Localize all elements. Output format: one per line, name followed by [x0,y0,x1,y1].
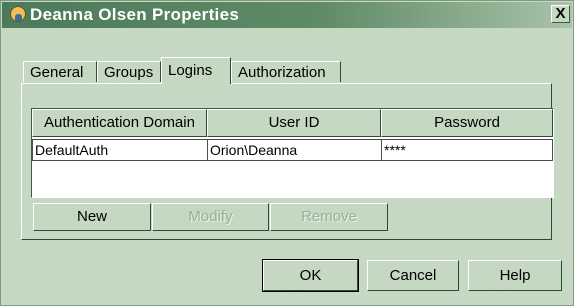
remove-button[interactable]: Remove [270,203,388,231]
close-button[interactable]: X [551,5,570,23]
user-icon [10,6,26,22]
tab-general[interactable]: General [23,61,97,82]
cell-password[interactable]: **** [381,139,553,161]
cancel-button[interactable]: Cancel [367,260,459,291]
column-header-password[interactable]: Password [381,109,553,137]
cell-authentication-domain[interactable]: DefaultAuth [32,139,208,161]
logins-table[interactable]: Authentication Domain User ID Password D… [31,108,554,198]
modify-button[interactable]: Modify [152,203,269,231]
properties-dialog: Deanna Olsen Properties X General Groups… [0,0,574,306]
dialog-title: Deanna Olsen Properties [30,5,240,24]
ok-button[interactable]: OK [263,260,358,291]
tab-groups[interactable]: Groups [97,61,161,82]
new-button[interactable]: New [33,203,151,231]
title-bar[interactable]: Deanna Olsen Properties X [2,2,572,28]
tab-authorization[interactable]: Authorization [231,61,341,82]
column-header-authentication-domain[interactable]: Authentication Domain [32,109,207,137]
column-header-user-id[interactable]: User ID [207,109,381,137]
help-button[interactable]: Help [468,260,562,291]
cell-user-id[interactable]: Orion\Deanna [207,139,382,161]
tab-logins[interactable]: Logins [161,57,231,84]
